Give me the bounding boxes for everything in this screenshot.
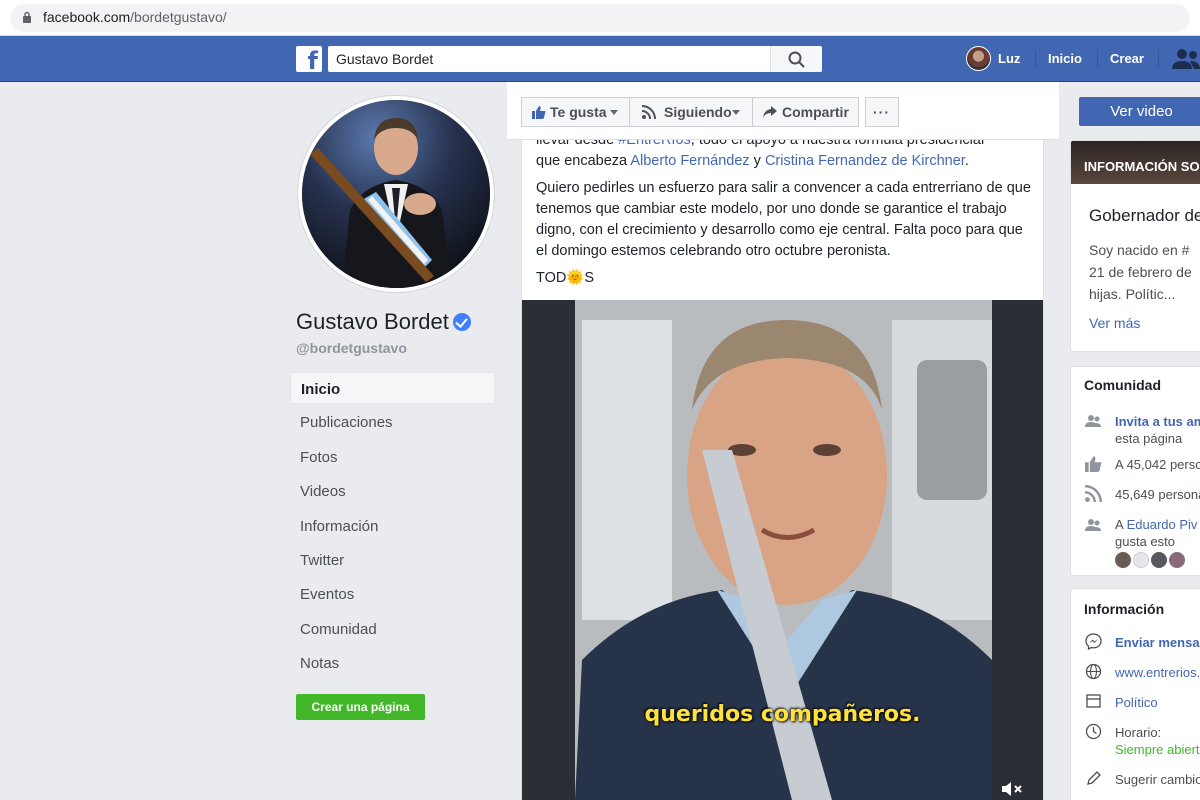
followers-count: 45,649 persona	[1115, 487, 1200, 502]
share-button[interactable]: Compartir	[753, 97, 859, 127]
community-title: Comunidad	[1084, 377, 1161, 393]
clock-icon	[1085, 723, 1102, 740]
video-player[interactable]: queridos compañeros.	[522, 300, 1043, 800]
community-card: Comunidad Invita a tus am esta página A …	[1070, 366, 1200, 576]
mention-link[interactable]: Alberto Fernández	[630, 153, 749, 169]
like-page-button[interactable]: Te gusta	[521, 97, 630, 127]
category-link[interactable]: Político	[1115, 694, 1158, 711]
post-text-line: que encabeza Alberto Fernández y Cristin…	[536, 153, 969, 169]
profile-picture[interactable]	[298, 96, 494, 292]
friends-like-icon	[1085, 519, 1101, 531]
more-icon: ···	[873, 104, 890, 120]
see-more-link[interactable]: Ver más	[1089, 315, 1140, 332]
invite-people-icon	[1085, 415, 1101, 427]
page-title: Gustavo Bordet	[296, 309, 449, 334]
likes-count: A 45,042 perso	[1115, 457, 1200, 472]
sidebar-item-photos[interactable]: Fotos	[290, 441, 495, 473]
post-signoff: TOD🌞S	[536, 270, 595, 286]
sidebar-item-about[interactable]: Información	[290, 510, 495, 542]
sidebar-item-twitter[interactable]: Twitter	[290, 544, 495, 576]
sidebar-item-posts[interactable]: Publicaciones	[290, 406, 495, 438]
lock-icon	[23, 11, 31, 23]
post-card: llevar desde #EntreRíos, todo el apoyo a…	[521, 132, 1044, 800]
sidebar-item-events[interactable]: Eventos	[290, 578, 495, 610]
avatar[interactable]	[1115, 551, 1131, 568]
nav-create-link[interactable]: Crear	[1110, 51, 1144, 66]
avatar[interactable]	[1133, 551, 1149, 568]
website-link[interactable]: www.entrerios.	[1115, 664, 1200, 681]
nav-home-link[interactable]: Inicio	[1048, 51, 1082, 66]
search-box[interactable]: Gustavo Bordet	[328, 46, 822, 72]
search-input[interactable]: Gustavo Bordet	[336, 51, 433, 67]
create-page-button[interactable]: Crear una página	[296, 694, 425, 720]
chevron-down-icon	[732, 110, 740, 115]
mention-link[interactable]: Cristina Fernandez de Kirchner	[765, 153, 965, 169]
more-options-button[interactable]: ···	[865, 97, 899, 127]
chevron-down-icon	[610, 110, 618, 115]
category-flag-icon	[1086, 694, 1101, 708]
invite-friends-text: Invita a tus am esta página	[1115, 413, 1200, 447]
search-icon	[788, 51, 805, 68]
send-message-link[interactable]: Enviar mensa	[1115, 634, 1200, 651]
muted-speaker-icon[interactable]	[1000, 780, 1024, 798]
sidebar-item-community[interactable]: Comunidad	[290, 613, 495, 645]
about-bio: Soy nacido en # 21 de febrero de hijas. …	[1089, 242, 1192, 302]
verified-badge-icon	[453, 313, 471, 331]
page-action-bar: Te gusta Siguiendo Compartir ···	[507, 82, 1059, 140]
user-avatar[interactable]	[966, 46, 991, 71]
page-username[interactable]: @bordetgustavo	[296, 340, 407, 356]
profile-photo-image	[302, 100, 490, 288]
information-card: Información Enviar mensa www.entrerios. …	[1070, 588, 1200, 800]
about-card: INFORMACIÓN SOBRE Gobernador de Soy naci…	[1070, 140, 1200, 352]
address-bar: facebook.com/bordetgustavo/	[0, 0, 1200, 36]
video-subtitle: queridos compañeros.	[644, 702, 921, 727]
nav-divider	[1035, 50, 1036, 68]
followers-icon	[1085, 485, 1102, 502]
avatar[interactable]	[1151, 551, 1167, 568]
hours-status[interactable]: Siempre abiert	[1115, 741, 1200, 758]
following-button[interactable]: Siguiendo	[630, 97, 753, 127]
sun-emoji: 🌞	[566, 270, 585, 286]
watch-video-button[interactable]: Ver video	[1079, 97, 1200, 126]
opening-hours: Horario: Siempre abiert	[1115, 725, 1200, 758]
share-arrow-icon	[763, 106, 777, 118]
post-paragraph: Quiero pedirles un esfuerzo para salir a…	[536, 180, 1031, 259]
sidebar-item-home[interactable]: Inicio	[290, 372, 495, 404]
friend-avatars	[1115, 550, 1187, 568]
user-name-link[interactable]: Luz	[998, 51, 1020, 66]
thumbs-up-icon	[1085, 456, 1102, 472]
rss-follow-icon	[642, 105, 656, 119]
top-navigation-bar: f Gustavo Bordet Luz Inicio Crear	[0, 36, 1200, 82]
friend-requests-icon[interactable]	[1170, 48, 1200, 70]
avatar[interactable]	[1169, 551, 1185, 568]
pencil-icon	[1087, 771, 1101, 785]
url-text[interactable]: facebook.com/bordetgustavo/	[43, 9, 227, 25]
about-headline: Gobernador de	[1089, 206, 1200, 225]
friend-name-link[interactable]: Eduardo Piv	[1127, 517, 1198, 532]
sidebar-item-notes[interactable]: Notas	[290, 647, 495, 679]
information-title: Información	[1084, 601, 1165, 617]
facebook-logo[interactable]: f	[296, 46, 322, 75]
invite-friends-link[interactable]: Invita a tus am	[1115, 413, 1200, 430]
friend-likes-text: A Eduardo Piv gusta esto	[1115, 517, 1198, 549]
thumbs-up-icon	[532, 106, 546, 119]
messenger-icon	[1085, 633, 1102, 650]
sidebar-item-videos[interactable]: Videos	[290, 475, 495, 507]
search-button[interactable]	[770, 46, 822, 72]
nav-divider	[1097, 50, 1098, 68]
suggest-edits-link[interactable]: Sugerir cambio	[1115, 771, 1200, 788]
about-banner: INFORMACIÓN SOBRE	[1071, 141, 1200, 184]
globe-icon	[1085, 663, 1102, 680]
nav-divider	[1158, 50, 1159, 68]
